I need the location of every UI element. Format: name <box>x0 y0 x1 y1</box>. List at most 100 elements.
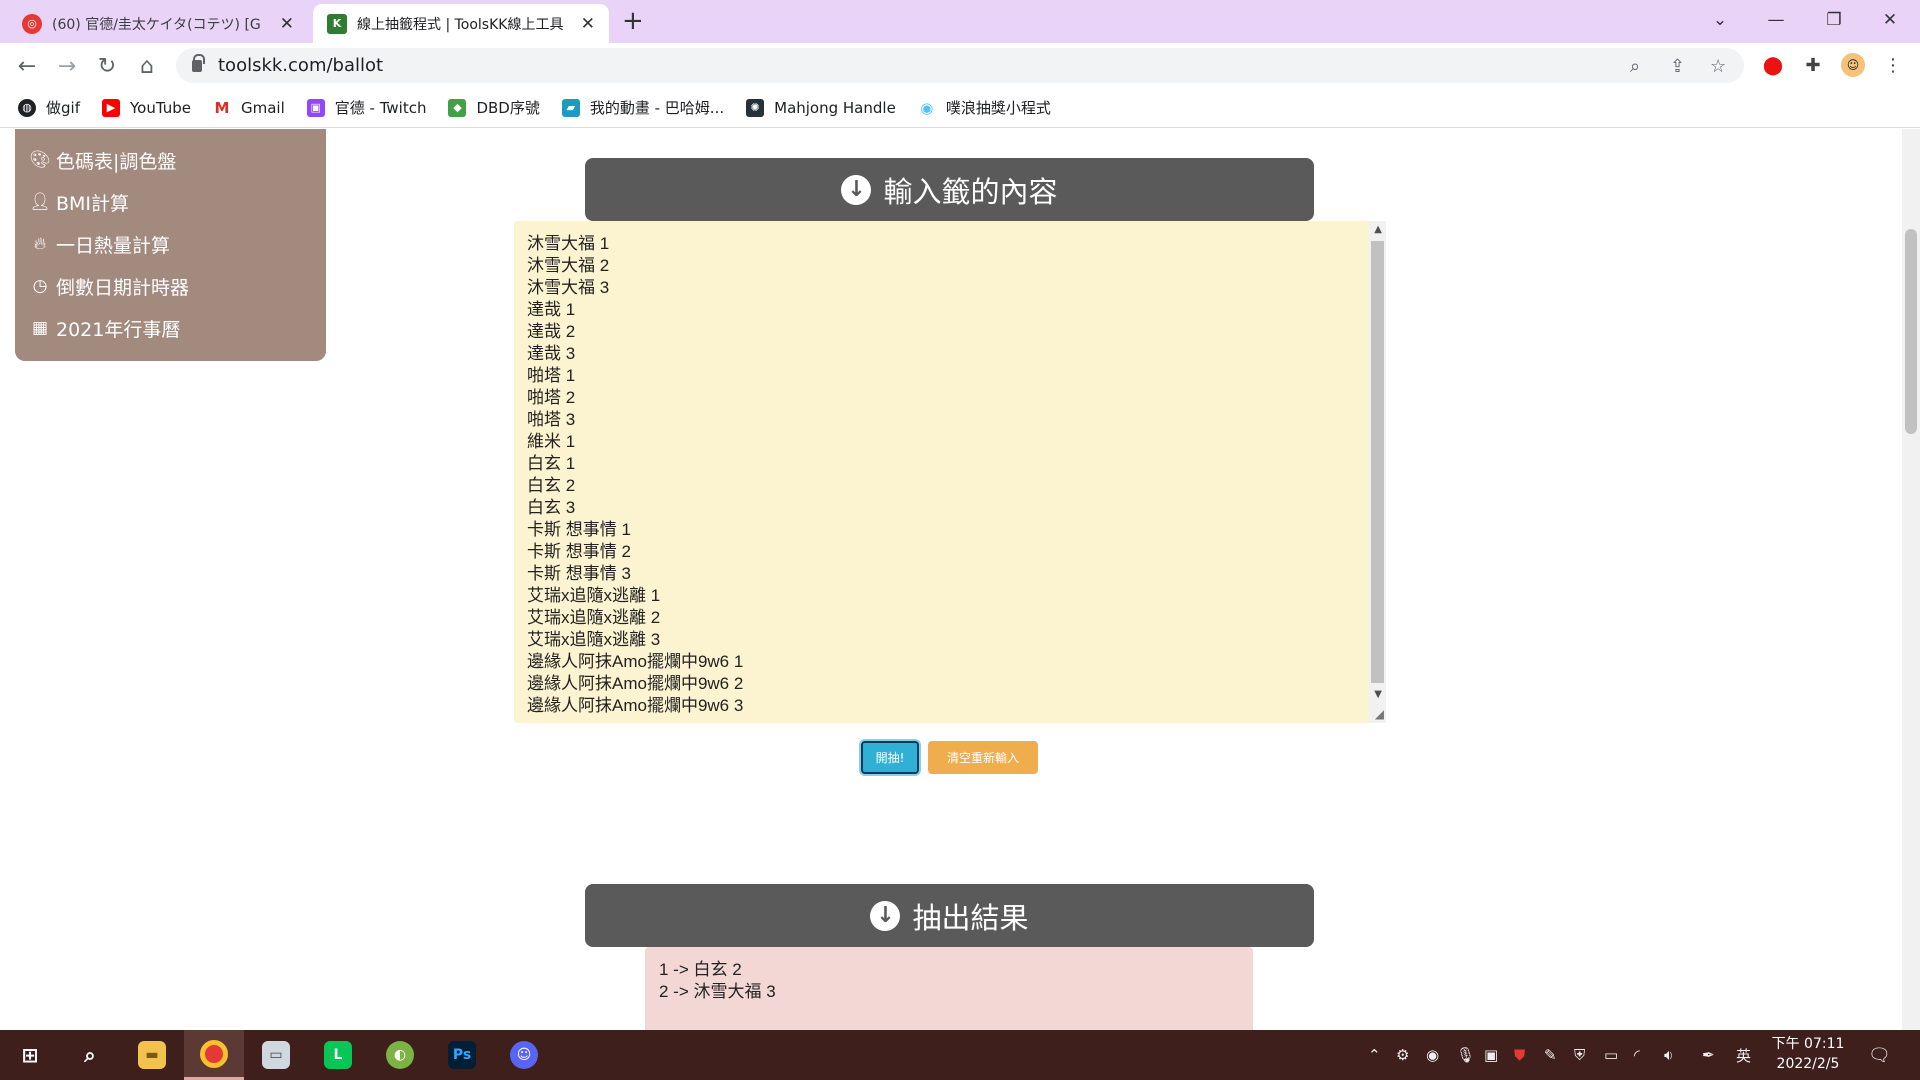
window-close-button[interactable]: ✕ <box>1862 0 1918 39</box>
scroll-down-icon[interactable]: ▼ <box>1374 689 1382 700</box>
steam-icon[interactable]: ⚙ <box>1396 1030 1409 1080</box>
new-tab-button[interactable]: + <box>622 6 644 36</box>
bookmark-gif[interactable]: ◍ 做gif <box>18 97 80 118</box>
security-icon[interactable]: ⛨ <box>1574 1030 1585 1080</box>
sidebar-item-calendar[interactable]: ▦ 2021年行事曆 <box>15 307 326 349</box>
gmail-icon: M <box>212 98 231 117</box>
sidebar-item-label: 一日熱量計算 <box>56 234 171 257</box>
bookmark-bahamut[interactable]: ▰ 我的動畫 - 巴哈姆... <box>561 97 724 118</box>
notification-icon[interactable]: 🗨︎ <box>1868 1030 1891 1080</box>
bookmark-label: Mahjong Handle <box>774 98 896 117</box>
tray-app-icon[interactable]: ◉ <box>1426 1030 1439 1080</box>
ballot-entry-line: 沐雪大福 1 <box>527 234 610 253</box>
bookmark-mahjong[interactable]: ✺ Mahjong Handle <box>746 98 896 117</box>
ballot-entry-line: 白玄 1 <box>527 454 576 473</box>
bookmark-youtube[interactable]: ▶ YouTube <box>101 98 191 117</box>
ballot-entry-line: 白玄 2 <box>527 476 576 495</box>
resize-handle-icon[interactable]: ◢ <box>1375 707 1384 721</box>
tray-mic-muted-icon[interactable]: ✎ <box>1544 1030 1557 1080</box>
forward-button[interactable]: → <box>52 51 82 81</box>
taskbar-line[interactable]: L <box>308 1030 368 1080</box>
close-icon[interactable]: ✕ <box>280 14 294 34</box>
address-bar[interactable]: toolskk.com/ballot ⌕ ⇪ ☆ <box>176 48 1744 83</box>
discord-icon: ☺ <box>510 1041 538 1069</box>
bookmark-plurk[interactable]: ◉ 噗浪抽獎小程式 <box>917 97 1051 118</box>
game-icon: ◐ <box>386 1041 414 1069</box>
microphone-icon[interactable]: 🎙︎ <box>1456 1030 1475 1080</box>
sidebar-item-label: 色碼表|調色盤 <box>56 150 177 173</box>
result-lines: 1 -> 白玄 2 2 -> 沐雪大福 3 <box>659 959 776 1003</box>
ballot-entry-line: 啪塔 2 <box>527 388 576 407</box>
tray-display-icon[interactable]: ▣ <box>1484 1030 1498 1080</box>
search-icon: ⌕ <box>84 1043 96 1067</box>
reload-button[interactable]: ↻ <box>92 51 122 81</box>
ballot-entry-line: 啪塔 1 <box>527 366 576 385</box>
pen-icon[interactable]: ✒ <box>1702 1030 1715 1080</box>
start-button[interactable]: ⊞ <box>0 1030 60 1080</box>
extensions-puzzle-icon[interactable]: ✚ <box>1801 53 1825 77</box>
taskbar-photoshop[interactable]: Ps <box>432 1030 492 1080</box>
scroll-up-icon[interactable]: ▲ <box>1374 224 1382 235</box>
taskbar-file-explorer[interactable]: ▬ <box>122 1030 182 1080</box>
home-button[interactable]: ⌂ <box>132 51 162 81</box>
profile-avatar[interactable]: ☺ <box>1841 53 1865 77</box>
close-icon[interactable]: ✕ <box>581 14 595 34</box>
scrollbar-thumb[interactable] <box>1371 241 1384 683</box>
page-scrollbar[interactable] <box>1902 129 1920 1030</box>
clear-button[interactable]: 清空重新輸入 <box>928 741 1038 774</box>
battery-icon[interactable]: ▭ <box>1604 1030 1618 1080</box>
draw-button[interactable]: 開抽! <box>861 741 919 774</box>
sidebar-item-bmi[interactable]: 👤︎ BMI計算 <box>15 181 326 223</box>
back-button[interactable]: ← <box>12 51 42 81</box>
menu-kebab-icon[interactable]: ⋮ <box>1881 53 1905 77</box>
ballot-textarea[interactable]: 沐雪大福 1 沐雪大福 2 沐雪大福 3 達哉 1 達哉 2 達哉 3 啪塔 1 啪塔 2 啪塔… <box>514 221 1386 723</box>
lock-icon <box>192 53 205 72</box>
browser-toolbar: ← → ↻ ⌂ toolskk.com/ballot ⌕ ⇪ ☆ ⬤ ✚ ☺ ⋮ <box>0 43 1920 88</box>
sidebar-item-calories[interactable]: 🔥︎ 一日熱量計算 <box>15 223 326 265</box>
zoom-icon[interactable]: ⌕ <box>1630 56 1640 77</box>
taskbar-discord[interactable]: ☺ <box>494 1030 554 1080</box>
ballot-entries: 沐雪大福 1 沐雪大福 2 沐雪大福 3 達哉 1 達哉 2 達哉 3 啪塔 1 啪塔 2 啪塔… <box>527 233 743 717</box>
taskbar-game[interactable]: ◐ <box>370 1030 430 1080</box>
ballot-entry-line: 沐雪大福 3 <box>527 278 610 297</box>
taskbar-app-window[interactable]: ▭ <box>246 1030 306 1080</box>
taskbar-clock[interactable]: 下午 07:11 2022/2/5 <box>1768 1034 1848 1074</box>
minimize-button[interactable]: — <box>1748 0 1804 39</box>
tab-twitch[interactable]: ◎ (60) 官德/圭太ケイタ(コテツ) [G ✕ <box>8 4 308 43</box>
volume-icon[interactable]: 🔉︎ <box>1664 1030 1673 1080</box>
sidebar-item-color-code[interactable]: 🎨︎ 色碼表|調色盤 <box>15 139 326 181</box>
mahjong-icon: ✺ <box>746 98 765 117</box>
sidebar-item-countdown[interactable]: ◷ 倒數日期計時器 <box>15 265 326 307</box>
clock-date: 2022/2/5 <box>1776 1056 1840 1072</box>
page-viewport: 🎨︎ 色碼表|調色盤 👤︎ BMI計算 🔥︎ 一日熱量計算 ◷ 倒數日期計時器 … <box>0 129 1902 1030</box>
bahamut-icon: ▰ <box>561 98 580 117</box>
ballot-entry-line: 邊緣人阿抹Amo擺爛中9w6 2 <box>527 674 744 693</box>
chevron-down-icon[interactable]: ⌄ <box>1692 0 1748 39</box>
shield-icon[interactable]: ⛊ <box>1514 1030 1525 1080</box>
search-button[interactable]: ⌕ <box>60 1030 120 1080</box>
tab-toolskk[interactable]: K 線上抽籤程式 | ToolsKK線上工具 ✕ <box>313 4 609 43</box>
arrow-down-circle-icon: ↓ <box>841 174 872 205</box>
bookmark-star-icon[interactable]: ☆ <box>1710 56 1726 77</box>
bookmark-twitch[interactable]: ▣ 官德 - Twitch <box>306 97 426 118</box>
tray-chevron-up-icon[interactable]: ⌃ <box>1368 1030 1381 1080</box>
textarea-scrollbar[interactable]: ▲ ▼ <box>1369 221 1386 723</box>
restore-button[interactable]: ❐ <box>1806 0 1862 39</box>
tab-title: 線上抽籤程式 | ToolsKK線上工具 <box>357 16 564 33</box>
wifi-icon[interactable]: ◜ <box>1634 1030 1640 1080</box>
taskbar-chrome[interactable] <box>184 1030 244 1080</box>
ime-indicator[interactable]: 英 <box>1736 1030 1751 1080</box>
ballot-input-heading: ↓ 輸入籤的內容 <box>585 158 1314 221</box>
bookmarks-bar: ◍ 做gif ▶ YouTube M Gmail ▣ 官德 - Twitch ◆… <box>0 88 1920 128</box>
ballot-entry-line: 邊緣人阿抹Amo擺爛中9w6 1 <box>527 652 744 671</box>
folder-icon: ▬ <box>138 1041 166 1069</box>
tab-strip: ◎ (60) 官德/圭太ケイタ(コテツ) [G ✕ K 線上抽籤程式 | Too… <box>0 0 1920 43</box>
bookmark-dbd[interactable]: ◆ DBD序號 <box>448 97 540 118</box>
globe-icon: ◍ <box>18 98 36 117</box>
bookmark-gmail[interactable]: M Gmail <box>212 98 285 117</box>
bookmark-label: 做gif <box>46 99 80 117</box>
share-icon[interactable]: ⇪ <box>1670 56 1685 77</box>
page-scrollbar-thumb[interactable] <box>1905 229 1917 434</box>
result-heading: ↓ 抽出結果 <box>585 884 1314 947</box>
opera-extension-icon[interactable]: ⬤ <box>1761 53 1785 77</box>
